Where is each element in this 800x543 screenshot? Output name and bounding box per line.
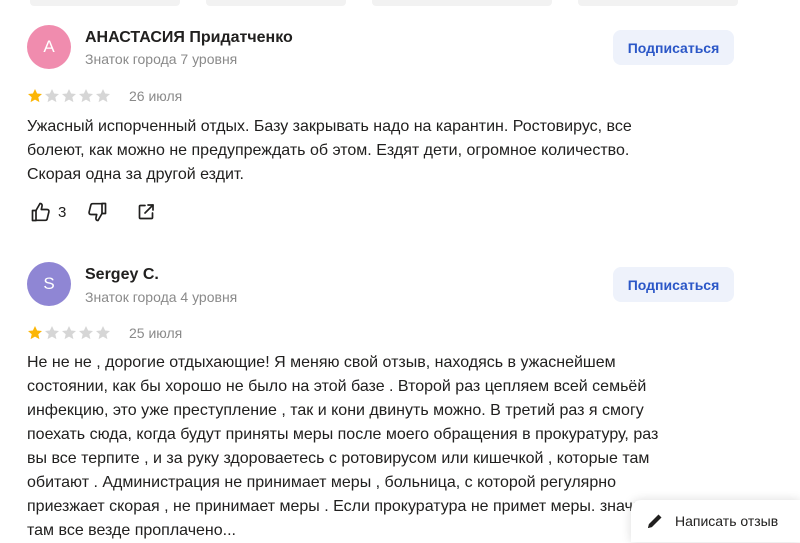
star-empty-icon: [96, 89, 110, 103]
author-name[interactable]: АНАСТАСИЯ Придатченко: [85, 29, 293, 47]
star-empty-icon: [62, 89, 76, 103]
author-level: Знаток города 4 уровня: [85, 289, 238, 305]
share-icon: [138, 204, 155, 220]
like-button[interactable]: 3: [30, 201, 66, 223]
avatar-letter: А: [43, 37, 55, 56]
like-count: 3: [58, 203, 67, 221]
write-review-button[interactable]: Написать отзыв: [631, 500, 800, 542]
star-filled-icon: [28, 326, 42, 340]
star-empty-icon: [45, 326, 59, 340]
dislike-button[interactable]: [86, 201, 108, 223]
star-empty-icon: [45, 89, 59, 103]
author-level: Знаток города 7 уровня: [85, 51, 238, 67]
author-name[interactable]: Sergey C.: [85, 266, 159, 284]
review-date: 25 июля: [129, 325, 183, 341]
subscribe-button[interactable]: Подписаться: [613, 267, 734, 302]
rating-stars: [27, 325, 111, 341]
review-date: 26 июля: [129, 88, 183, 104]
rating-stars: [27, 88, 111, 104]
star-empty-icon: [62, 326, 76, 340]
star-filled-icon: [28, 89, 42, 103]
share-button[interactable]: [136, 202, 156, 222]
pen-icon: [648, 514, 662, 528]
thumbs-down-icon: [88, 202, 107, 222]
avatar[interactable]: А: [27, 25, 71, 69]
star-empty-icon: [79, 89, 93, 103]
top-tabs-remnant: [0, 0, 800, 8]
avatar-letter: S: [43, 274, 55, 293]
review-text: Ужасный испорченный отдых. Базу закрыват…: [27, 118, 632, 183]
subscribe-button[interactable]: Подписаться: [613, 30, 734, 65]
star-empty-icon: [79, 326, 93, 340]
avatar[interactable]: S: [27, 262, 71, 306]
thumbs-up-icon: [31, 202, 50, 222]
write-review-label: Написать отзыв: [675, 513, 779, 529]
star-empty-icon: [96, 326, 110, 340]
review-actions: 3: [30, 200, 156, 224]
